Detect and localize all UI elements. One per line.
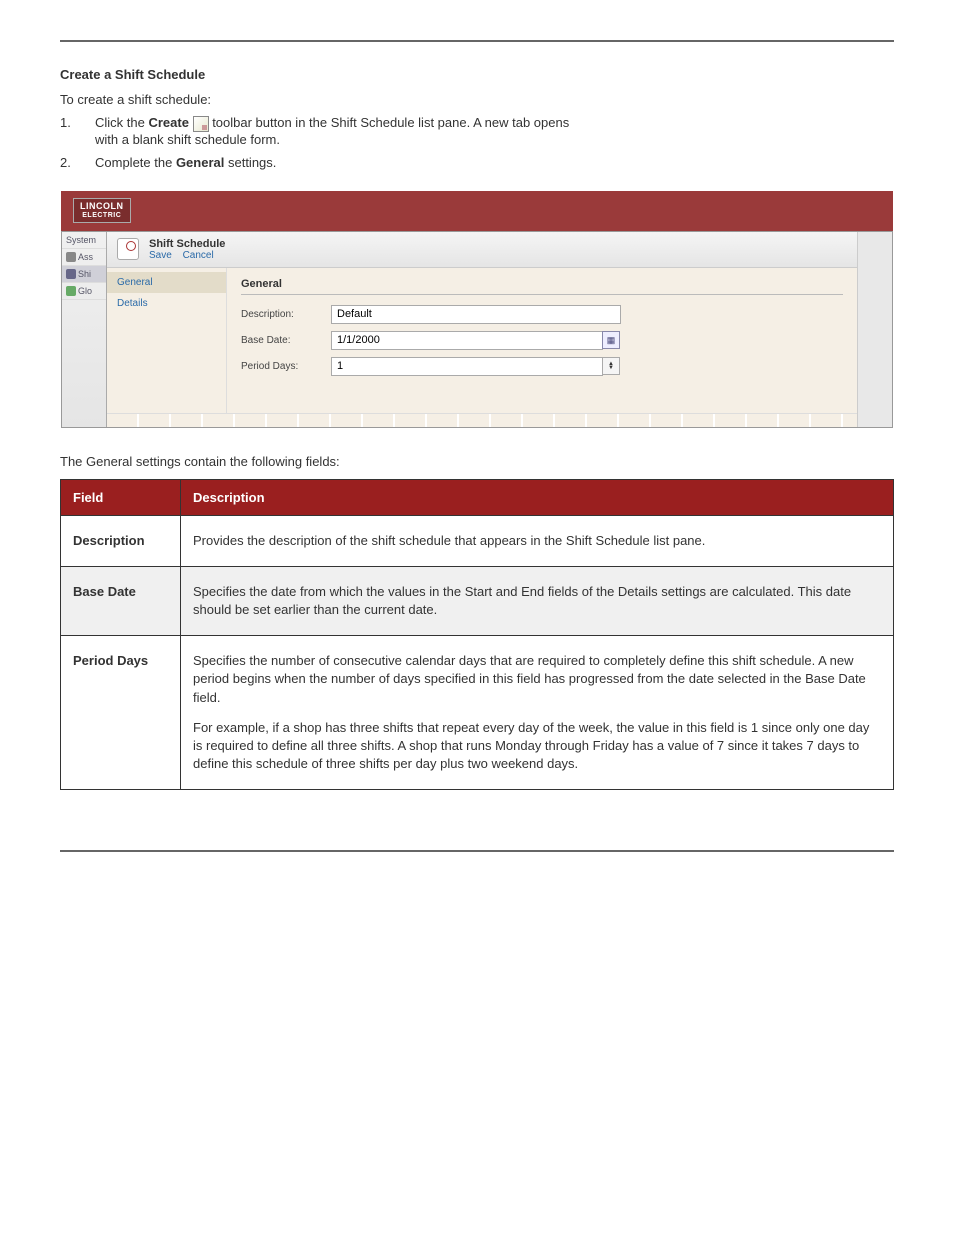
- right-strip: [857, 232, 892, 427]
- main-panel: Shift Schedule Save Cancel General Detai…: [107, 232, 857, 427]
- stepper-buttons[interactable]: ▲▼: [602, 357, 620, 375]
- th-description: Description: [181, 479, 894, 515]
- form-section-title: General: [241, 278, 843, 295]
- sidebar: System Ass Shi Glo: [62, 232, 107, 427]
- sidebar-item-assets[interactable]: Ass: [62, 249, 106, 266]
- content: General Details General Description: Bas…: [107, 268, 857, 413]
- table-row: Period Days Specifies the number of cons…: [61, 636, 894, 790]
- t: Click the: [95, 115, 148, 130]
- step-2: 2. Complete the General settings.: [60, 155, 894, 170]
- cell-desc: Provides the description of the shift sc…: [181, 515, 894, 566]
- logo-bottom: ELECTRIC: [80, 212, 124, 220]
- row-description: Description:: [241, 305, 843, 324]
- intro-line: To create a shift schedule:: [60, 92, 894, 107]
- section-heading: Create a Shift Schedule: [60, 67, 894, 82]
- t: Create: [148, 115, 188, 130]
- t: Glo: [78, 286, 92, 296]
- label-description: Description:: [241, 309, 331, 320]
- row-basedate: Base Date: ▦: [241, 331, 843, 350]
- t: General: [176, 155, 224, 170]
- table-header-row: Field Description: [61, 479, 894, 515]
- cell-desc: Specifies the number of consecutive cale…: [181, 636, 894, 790]
- p2: For example, if a shop has three shifts …: [193, 719, 881, 774]
- sidebar-item-shift[interactable]: Shi: [62, 266, 106, 283]
- t: with a blank shift schedule form.: [95, 132, 280, 147]
- app-screenshot: LINCOLN ELECTRIC System Ass Shi Glo Shif…: [60, 190, 894, 429]
- t: Shi: [78, 269, 91, 279]
- step-number: 2.: [60, 155, 95, 170]
- folder-icon: [66, 252, 76, 262]
- calendar-icon[interactable]: ▦: [602, 331, 620, 349]
- toolbar-actions: Save Cancel: [149, 250, 225, 261]
- torn-edge: [107, 413, 857, 427]
- t: settings.: [224, 155, 276, 170]
- step-text: Complete the General settings.: [95, 155, 276, 170]
- cell-field: Period Days: [61, 636, 181, 790]
- t: Complete the: [95, 155, 176, 170]
- label-basedate: Base Date:: [241, 335, 331, 346]
- t: System: [66, 235, 96, 245]
- clock-icon: [66, 269, 76, 279]
- toolbar: Shift Schedule Save Cancel: [107, 232, 857, 268]
- cell-field: Base Date: [61, 566, 181, 635]
- form-area: General Description: Base Date: ▦ Period…: [227, 268, 857, 413]
- save-button[interactable]: Save: [149, 250, 172, 261]
- table-row: Description Provides the description of …: [61, 515, 894, 566]
- table-row: Base Date Specifies the date from which …: [61, 566, 894, 635]
- logo-top: LINCOLN: [80, 201, 124, 211]
- step-1: 1. Click the Create toolbar button in th…: [60, 115, 894, 147]
- cell-field: Description: [61, 515, 181, 566]
- t: Ass: [78, 252, 93, 262]
- cell-desc: Specifies the date from which the values…: [181, 566, 894, 635]
- p1: Specifies the number of consecutive cale…: [193, 652, 881, 707]
- cancel-button[interactable]: Cancel: [183, 250, 214, 261]
- basedate-input[interactable]: [331, 331, 603, 350]
- table-caption: The General settings contain the followi…: [60, 454, 894, 469]
- left-tabs: General Details: [107, 268, 227, 413]
- toolbar-titles: Shift Schedule Save Cancel: [149, 238, 225, 261]
- perioddays-input[interactable]: [331, 357, 603, 376]
- schedule-icon: [117, 238, 139, 260]
- tab-details[interactable]: Details: [107, 293, 226, 314]
- fields-table: Field Description Description Provides t…: [60, 479, 894, 791]
- label-perioddays: Period Days:: [241, 361, 331, 372]
- sidebar-item-system[interactable]: System: [62, 232, 106, 249]
- app-body: System Ass Shi Glo Shift Schedule Save C…: [61, 231, 893, 428]
- sidebar-item-global[interactable]: Glo: [62, 283, 106, 300]
- description-input[interactable]: [331, 305, 621, 324]
- globe-icon: [66, 286, 76, 296]
- app-header: LINCOLN ELECTRIC: [61, 191, 893, 231]
- create-icon: [193, 116, 209, 132]
- step-text: Click the Create toolbar button in the S…: [95, 115, 569, 147]
- row-perioddays: Period Days: ▲▼: [241, 357, 843, 376]
- panel-title: Shift Schedule: [149, 238, 225, 250]
- bottom-rule: [60, 850, 894, 852]
- step-number: 1.: [60, 115, 95, 130]
- logo: LINCOLN ELECTRIC: [73, 198, 131, 224]
- th-field: Field: [61, 479, 181, 515]
- top-rule: [60, 40, 894, 42]
- tab-general[interactable]: General: [107, 272, 226, 293]
- t: toolbar button in the Shift Schedule lis…: [212, 115, 569, 130]
